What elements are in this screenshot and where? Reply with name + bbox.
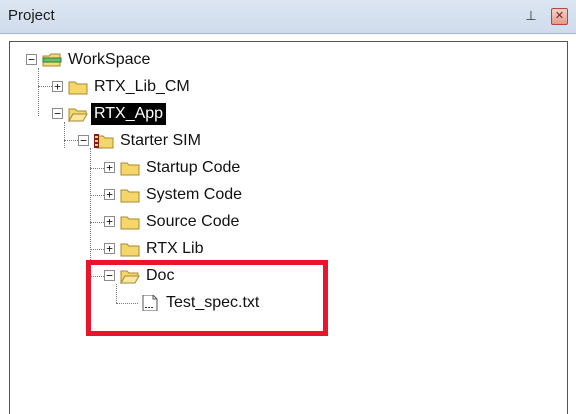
tree-node-rtx-lib-cm[interactable]: RTX_Lib_CM	[91, 76, 193, 98]
tree-node-startup-code[interactable]: Startup Code	[143, 157, 243, 179]
expander-starter-sim[interactable]: −	[78, 135, 89, 146]
expander-rtx-lib-cm[interactable]: +	[52, 81, 63, 92]
folder-icon	[120, 189, 140, 203]
tree-node-rtx-lib[interactable]: RTX Lib	[143, 238, 207, 260]
project-tree: − + − − + + + + − WorkSpace RTX_Lib_CM R…	[0, 0, 576, 414]
expander-system-code[interactable]: +	[104, 189, 115, 200]
expander-startup-code[interactable]: +	[104, 162, 115, 173]
expander-workspace[interactable]: −	[26, 54, 37, 65]
folder-icon	[68, 81, 88, 95]
tree-node-rtx-app[interactable]: RTX_App	[91, 103, 167, 125]
tree-node-starter-sim[interactable]: Starter SIM	[117, 130, 204, 152]
tree-node-system-code[interactable]: System Code	[143, 184, 245, 206]
workspace-folder-icon	[42, 53, 62, 67]
folder-icon	[120, 216, 140, 230]
tree-node-source-code[interactable]: Source Code	[143, 211, 242, 233]
target-folder-icon	[94, 134, 114, 149]
folder-icon	[120, 243, 140, 257]
expander-rtx-app[interactable]: −	[52, 108, 63, 119]
project-panel: Project ⊥ ✕ − + − − + + + + − WorkSpace	[0, 0, 576, 414]
open-folder-icon	[68, 108, 88, 122]
expander-rtx-lib[interactable]: +	[104, 243, 115, 254]
folder-icon	[120, 162, 140, 176]
tree-node-workspace[interactable]: WorkSpace	[65, 49, 153, 71]
expander-source-code[interactable]: +	[104, 216, 115, 227]
highlight-box	[86, 260, 328, 336]
